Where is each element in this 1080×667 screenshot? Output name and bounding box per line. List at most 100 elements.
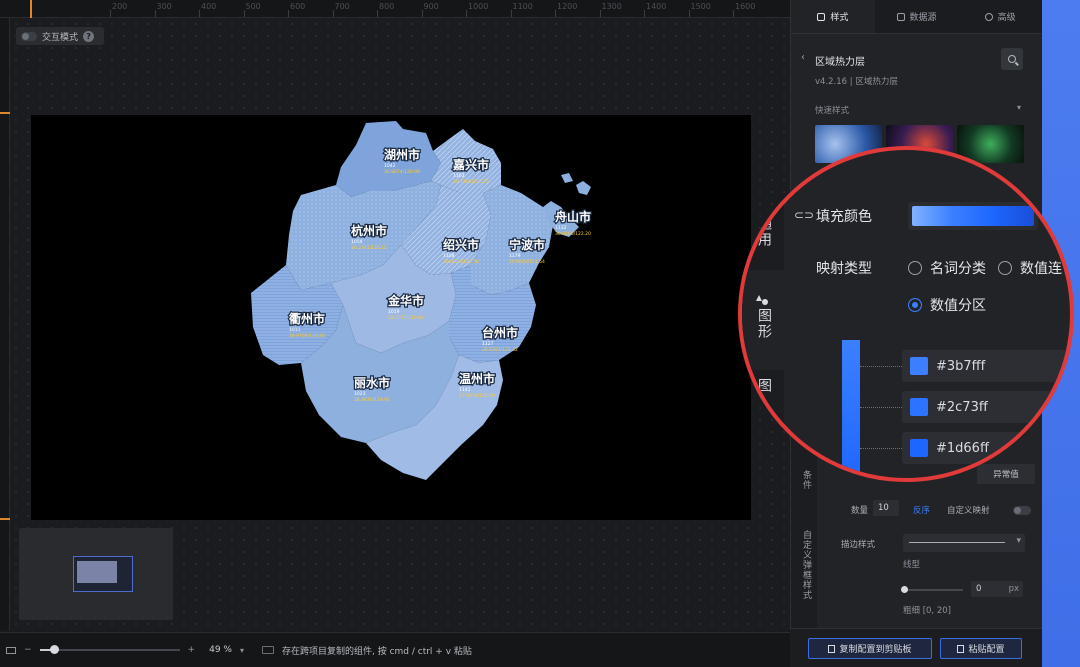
tab-advanced[interactable]: 高级 [958,0,1043,33]
paste-config-label: 粘贴配置 [968,645,1005,655]
radio-categorical[interactable] [908,261,922,275]
ruler-tick-label: 1300 [601,2,622,11]
city-value: 28.6564/121.42 [482,347,518,353]
city-name: 舟山市 [555,209,591,224]
city-code: 1054 [351,239,363,245]
tab-advanced-label: 高级 [997,13,1016,23]
color-swatch[interactable] [910,398,928,416]
keyboard-icon [261,646,274,654]
color-hex-value[interactable]: #3b7fff [936,359,985,374]
zoom-out-button[interactable]: − [24,645,32,655]
ruler-tick [288,10,289,17]
option-categorical: 名词分类 [930,261,986,277]
option-continuous: 数值连 [1020,261,1062,277]
color-stop-row[interactable]: #2c73ff [902,391,1070,423]
ruler-tick-label: 800 [379,2,395,11]
ruler-tick [243,10,245,17]
gradient-bar [912,206,1034,226]
city-value: 28.9700/118.86 [289,333,325,339]
ruler-tick-label: 900 [423,2,439,11]
custom-mapping-toggle[interactable] [1013,506,1031,515]
monitor-icon[interactable] [6,646,16,654]
magnified-panel: 通用 图形 图 ⊂⊃ 填充颜色 映射类型 名词分类 数值连 数值分区 #3b7f… [742,150,1070,478]
city-label: 丽水市102328.4676/119.92 [353,374,392,403]
help-icon[interactable]: ? [83,30,95,42]
width-unit: px [1008,584,1019,594]
city-value: 27.9938/120.69 [459,393,495,399]
paste-config-button[interactable]: 粘贴配置 [940,638,1022,659]
ruler-tick [688,10,690,17]
tab-style-label: 样式 [830,13,849,23]
advanced-icon [984,12,993,21]
ruler-tick [421,10,423,17]
city-code: 1108 [443,253,455,259]
city-value: 29.8683/121.54 [509,259,545,265]
radio-segmented[interactable] [908,298,922,312]
chevron-down-icon[interactable]: ▾ [1017,103,1021,112]
line-style-select[interactable] [903,534,1025,552]
copy-config-button[interactable]: 复制配置到剪贴板 [808,638,932,659]
tab-datasource[interactable]: 数据源 [874,0,959,33]
ruler-tick-label: 700 [334,2,350,11]
component-title: 区域热力层 [815,57,865,68]
tab-style[interactable]: 样式 [791,0,875,33]
chevron-down-icon[interactable]: ▾ [240,646,244,655]
color-swatch[interactable] [910,357,928,375]
radio-continuous[interactable] [998,261,1012,275]
minimap-content [77,561,117,583]
screen-stage[interactable]: 湖州市 1042 30.8674/120.08 嘉兴市 1163 30.7465/120.… [31,115,751,520]
city-name: 台州市 [482,325,518,340]
ruler-tick [555,10,556,17]
line-type-label: 线型 [903,560,921,570]
magnified-tab-general[interactable]: 通用 [754,216,774,248]
width-value: 0 [976,584,982,594]
width-slider[interactable] [903,589,963,591]
search-button[interactable] [1001,48,1023,70]
city-name: 绍兴市 [443,237,479,252]
ruler-vertical [0,18,10,630]
zoom-slider[interactable] [39,645,180,654]
count-input[interactable]: 10 [873,500,899,516]
city-label: 绍兴市110830.0023/120.58 [442,236,481,265]
zhejiang-heat-map[interactable]: 湖州市104230.8674/120.08 嘉兴市116330.7465/120.… [31,115,751,520]
side-tab-custom-popup[interactable]: 自定义弹框样式 [795,530,813,600]
zoom-in-button[interactable]: + [188,645,196,655]
ruler-tick [110,10,111,17]
city-value: 30.2741/120.15 [351,245,387,251]
fill-color-gradient[interactable] [908,202,1038,230]
ruler-tick-label: 1000 [468,2,489,11]
panel-footer: 复制配置到剪贴板 粘贴配置 [790,628,1042,667]
canvas-minimap[interactable] [19,528,173,620]
city-label: 台州市112728.6564/121.42 [481,324,520,353]
tab-datasource-label: 数据源 [909,13,937,23]
ruler-tick [154,10,156,17]
connector-line [860,448,902,449]
color-swatch[interactable] [910,439,928,457]
width-slider-handle[interactable] [901,586,908,593]
color-hex-value[interactable]: #2c73ff [936,400,988,415]
magnified-tab-graphic[interactable]: 图形 [754,308,774,340]
color-hex-value[interactable]: #1d66ff [936,441,989,456]
paste-hint: 存在跨项目复制的组件, 按 cmd / ctrl + v 粘贴 [281,646,472,657]
back-icon[interactable]: ‹ [801,52,805,63]
color-stop-row[interactable]: #3b7fff [902,350,1070,382]
width-input[interactable]: 0 px [971,581,1023,597]
city-value: 28.4676/119.92 [354,397,390,403]
color-stop-row[interactable]: #1d66ff [902,432,1070,464]
width-range-label: 粗细 [0, 20] [903,606,951,616]
ruler-tick [599,10,601,17]
minimap-viewport[interactable] [73,556,133,592]
zoom-slider-handle[interactable] [49,645,59,654]
ruler-tick [510,10,512,17]
quick-style-label: 快速样式 [815,106,850,116]
city-name: 杭州市 [351,223,387,238]
reverse-toggle[interactable]: 反序 [913,504,930,516]
zoom-value[interactable]: 49 % [209,645,232,655]
toggle-switch[interactable] [21,31,37,41]
city-value: 30.0023/120.58 [443,259,479,265]
magnified-tab-legend[interactable]: 图 [754,378,774,394]
ruler-tick [332,10,334,17]
ruler-marker-left [0,112,10,114]
interaction-mode-toggle[interactable]: 交互模式 ? [16,27,104,45]
link-icon: ⊂⊃ [794,208,815,222]
